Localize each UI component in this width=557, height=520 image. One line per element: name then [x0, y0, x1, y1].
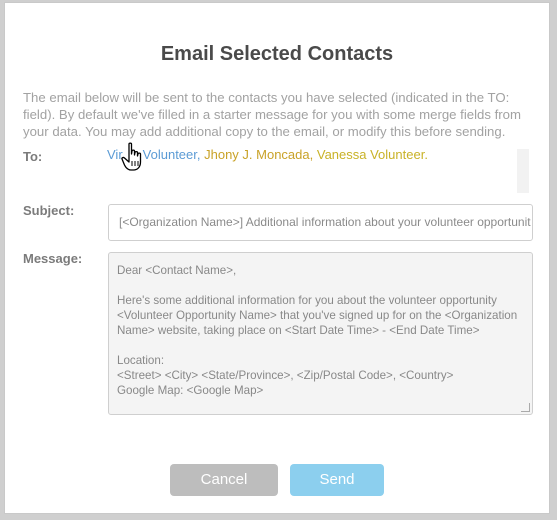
- message-line: [117, 338, 524, 353]
- message-line: Here's some additional information for y…: [117, 294, 497, 307]
- dialog-description: The email below will be sent to the cont…: [23, 90, 521, 139]
- recipient-3[interactable]: Vanessa Volunteer: [317, 147, 424, 162]
- message-line: Dear <Contact Name>,: [117, 264, 237, 277]
- to-field[interactable]: Vir Volunteer, Jhony J. Moncada, Vanessa …: [107, 147, 521, 193]
- recipient-end: .: [424, 147, 428, 162]
- resize-grip-icon[interactable]: [521, 403, 530, 412]
- to-label: To:: [23, 149, 43, 164]
- to-field-scrollbar[interactable]: [517, 149, 529, 193]
- message-line: <Street> <City> <State/Province>, <Zip/P…: [117, 369, 454, 382]
- cancel-button[interactable]: Cancel: [170, 464, 278, 496]
- message-line: <Volunteer Opportunity Name> that you've…: [117, 309, 518, 322]
- recipient-separator: ,: [309, 147, 317, 162]
- recipient-1-rest: Volunteer: [142, 147, 197, 162]
- message-line: Name> website, taking place on <Start Da…: [117, 324, 480, 337]
- message-label: Message:: [23, 251, 83, 266]
- subject-label: Subject:: [23, 203, 75, 218]
- recipient-2[interactable]: Jhony J. Moncada: [204, 147, 310, 162]
- message-line: Location:: [117, 354, 165, 367]
- message-line: [117, 278, 524, 293]
- email-dialog: Email Selected Contacts The email below …: [4, 2, 550, 514]
- message-textarea[interactable]: Dear <Contact Name>, Here's some additio…: [108, 252, 533, 415]
- subject-input[interactable]: [<Organization Name>] Additional informa…: [108, 204, 533, 241]
- send-button[interactable]: Send: [290, 464, 384, 496]
- dialog-title: Email Selected Contacts: [160, 43, 394, 65]
- message-line: Google Map: <Google Map>: [117, 384, 264, 397]
- hand-pointer-icon: [121, 142, 142, 171]
